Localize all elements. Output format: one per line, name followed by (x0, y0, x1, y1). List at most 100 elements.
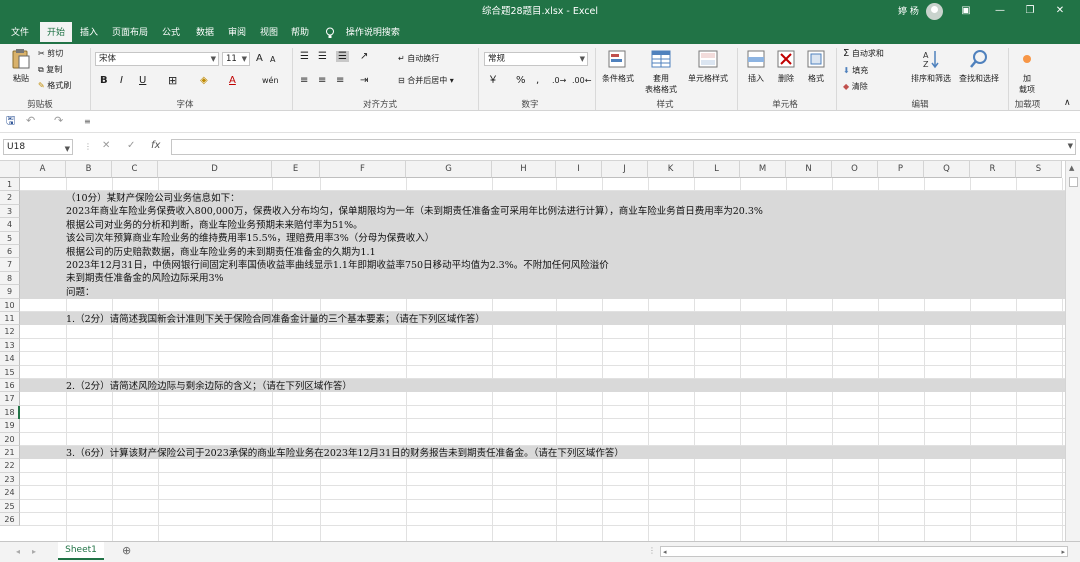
column-header[interactable]: B (66, 161, 112, 178)
tab-data[interactable]: 数据 (190, 22, 220, 44)
number-format-select[interactable]: 常规 ▼ (484, 52, 588, 66)
italic-button[interactable]: I (120, 75, 123, 86)
column-header[interactable]: R (970, 161, 1016, 178)
worksheet-row[interactable] (20, 178, 1065, 192)
worksheet-row[interactable] (20, 513, 1065, 527)
row-header[interactable]: 9 (0, 285, 20, 299)
cell-text-row-3[interactable]: 2023年商业车险业务保费收入800,000万，保费收入分布均匀，保单期限均为一… (66, 205, 763, 218)
font-size-select[interactable]: 11 ▼ (222, 52, 250, 66)
cell-text-row-21[interactable]: 3.（6分）计算该财产保险公司于2023承保的商业车险业务在2023年12月31… (66, 447, 624, 460)
row-header[interactable]: 16 (0, 379, 20, 393)
column-header[interactable]: N (786, 161, 832, 178)
currency-icon[interactable]: ￥ (488, 75, 498, 86)
worksheet-row[interactable] (20, 299, 1065, 312)
tab-help[interactable]: 帮助 (286, 22, 314, 44)
fill-color-icon[interactable]: ◈ (200, 75, 208, 86)
cell-styles-button[interactable]: 单元格样式 (684, 48, 732, 84)
select-all-corner[interactable] (0, 161, 20, 178)
borders-icon[interactable]: ⊞ (168, 75, 177, 86)
cell-text-row-5[interactable]: 该公司次年预算商业车险业务的维持费用率15.5%，理赔费用率3%（分母为保费收入… (66, 232, 434, 245)
shrink-font-button[interactable]: A (270, 54, 275, 65)
tab-formulas[interactable]: 公式 (156, 22, 186, 44)
user-name[interactable]: 婷 杨 (898, 4, 919, 20)
align-center-icon[interactable]: ≡ (318, 75, 326, 86)
column-header[interactable]: D (158, 161, 272, 178)
increase-decimal-icon[interactable]: .0→ (552, 75, 566, 86)
cell-text-row-7[interactable]: 2023年12月31日，中债网银行间固定利率国债收益率曲线显示1.1年即期收益率… (66, 259, 609, 272)
row-header[interactable]: 18 (0, 405, 20, 420)
underline-button[interactable]: U (139, 75, 146, 86)
next-sheet-icon[interactable]: ▸ (32, 546, 36, 557)
cancel-entry-button[interactable]: ✕ (102, 140, 110, 151)
tab-view[interactable]: 视图 (254, 22, 284, 44)
align-bottom-icon[interactable]: ☰ (336, 51, 349, 62)
worksheet-row[interactable] (20, 366, 1065, 379)
row-header[interactable]: 8 (0, 271, 20, 286)
format-painter-button[interactable]: ✎ 格式刷 (38, 80, 71, 91)
align-middle-icon[interactable]: ☰ (318, 51, 327, 62)
worksheet-row[interactable] (20, 392, 1065, 406)
scroll-right-icon[interactable]: ▸ (1061, 547, 1065, 558)
close-button[interactable]: ✕ (1050, 2, 1070, 20)
column-header[interactable]: S (1016, 161, 1062, 178)
row-header[interactable]: 10 (0, 298, 20, 312)
row-header[interactable]: 15 (0, 365, 20, 379)
cell-text-row-9[interactable]: 问题： (66, 286, 95, 299)
orientation-icon[interactable]: ↗ (360, 51, 368, 62)
tab-home[interactable]: 开始 (40, 22, 72, 44)
row-header[interactable]: 20 (0, 432, 20, 446)
row-header[interactable]: 11 (0, 312, 20, 326)
customize-qat-icon[interactable]: ≡ (84, 116, 91, 127)
row-header[interactable]: 19 (0, 419, 20, 433)
row-header[interactable]: 23 (0, 472, 20, 487)
minimize-button[interactable]: — (990, 2, 1010, 20)
column-header[interactable]: F (320, 161, 406, 178)
formula-input[interactable]: ▼ (171, 139, 1076, 155)
indent-icon[interactable]: ⇥ (360, 75, 368, 86)
sort-filter-button[interactable]: AZ 排序和筛选 (908, 48, 954, 84)
row-header[interactable]: 12 (0, 325, 20, 339)
ribbon-display-options-icon[interactable]: ▣ (956, 2, 976, 20)
tab-review[interactable]: 审阅 (222, 22, 252, 44)
column-header[interactable]: K (648, 161, 694, 178)
column-header[interactable]: J (602, 161, 648, 178)
worksheet-row[interactable] (20, 459, 1065, 473)
undo-icon[interactable]: ↶ (26, 115, 35, 126)
row-header[interactable]: 24 (0, 486, 20, 500)
tab-insert[interactable]: 插入 (74, 22, 104, 44)
worksheet-row[interactable] (20, 325, 1065, 339)
delete-cells-button[interactable]: 删除 (772, 48, 800, 84)
column-header[interactable]: P (878, 161, 924, 178)
worksheet-row[interactable] (20, 419, 1065, 433)
cell-text-row-6[interactable]: 根据公司的历史赔款数据，商业车险业务的未到期责任准备金的久期为1.1 (66, 246, 376, 259)
worksheet-row[interactable] (20, 285, 1065, 299)
prev-sheet-icon[interactable]: ◂ (16, 546, 20, 557)
worksheet-row[interactable] (20, 339, 1065, 353)
tab-file[interactable]: 文件 (4, 22, 36, 44)
format-cells-button[interactable]: 格式 (802, 48, 830, 84)
cell-text-row-11[interactable]: 1.（2分）请简述我国新会计准则下关于保险合同准备金计量的三个基本要素；（请在下… (66, 313, 485, 326)
row-header[interactable]: 25 (0, 499, 20, 513)
scroll-up-icon[interactable]: ▲ (1069, 163, 1074, 174)
column-header[interactable]: G (406, 161, 492, 178)
align-right-icon[interactable]: ≡ (336, 75, 344, 86)
redo-icon[interactable]: ↷ (54, 115, 63, 126)
insert-cells-button[interactable]: 插入 (742, 48, 770, 84)
column-header[interactable]: E (272, 161, 320, 178)
paste-button[interactable]: 粘贴 (6, 48, 36, 84)
row-header[interactable]: 3 (0, 204, 20, 219)
row-header[interactable]: 1 (0, 178, 20, 192)
save-icon[interactable]: 🖫 (6, 115, 15, 126)
row-header[interactable]: 26 (0, 513, 20, 527)
cell-text-row-2[interactable]: （10分）某财产保险公司业务信息如下： (66, 192, 240, 205)
addins-button[interactable]: 加 载项 (1012, 48, 1042, 95)
worksheet-row[interactable] (20, 433, 1065, 446)
cell-text-row-16[interactable]: 2.（2分）请简述风险边际与剩余边际的含义；（请在下列区域作答） (66, 380, 352, 393)
row-header[interactable]: 4 (0, 218, 20, 232)
column-header[interactable]: C (112, 161, 158, 178)
confirm-entry-button[interactable]: ✓ (127, 140, 135, 151)
user-avatar-icon[interactable] (926, 3, 943, 20)
column-header[interactable]: I (556, 161, 602, 178)
column-header[interactable]: O (832, 161, 878, 178)
percent-button[interactable]: % (516, 75, 526, 86)
